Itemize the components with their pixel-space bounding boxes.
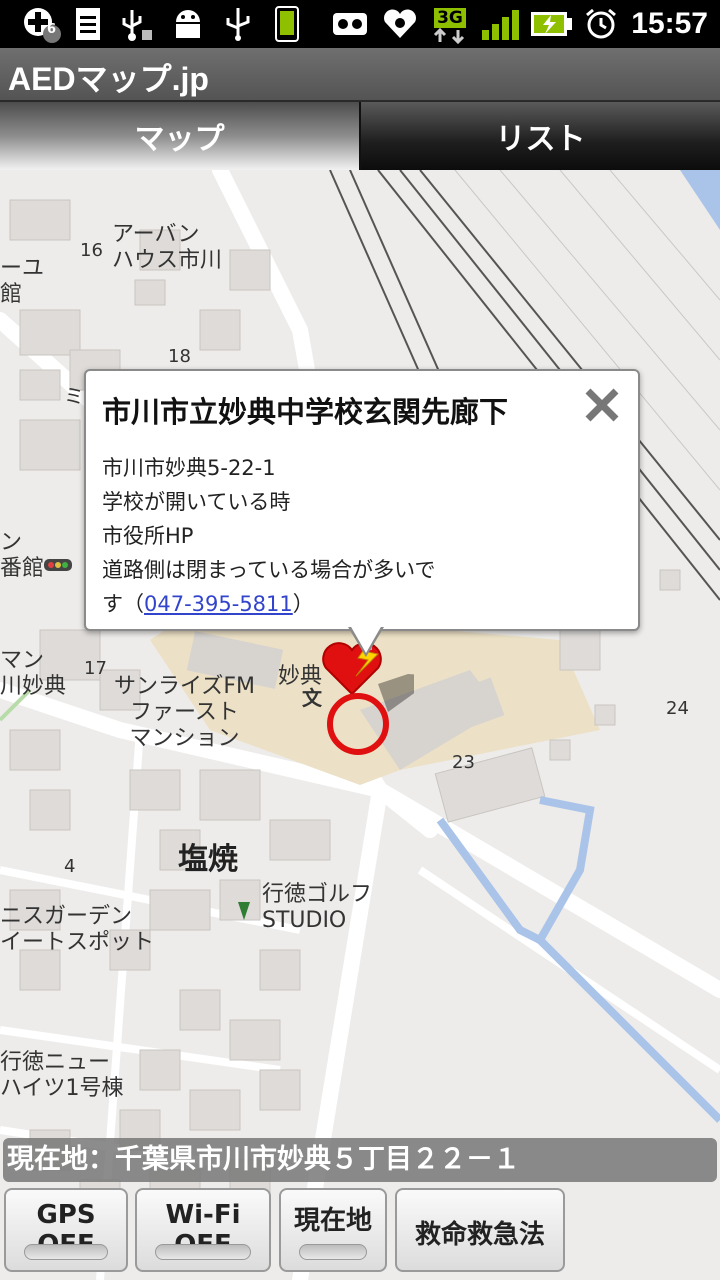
wifi-toggle-button[interactable]: Wi-Fi OFF xyxy=(135,1188,271,1272)
map-label-18: 18 xyxy=(168,346,191,367)
notification-count: 6 xyxy=(47,22,57,37)
map-label-fragment-4: マン 川妙典 xyxy=(0,648,67,699)
network-3g-icon: 3G xyxy=(430,6,470,44)
map-label-4: 4 xyxy=(64,856,76,877)
heart-app-icon xyxy=(380,6,420,42)
status-bar: 6 3G 15:57 xyxy=(0,0,720,48)
tab-list[interactable]: リスト xyxy=(359,102,720,170)
map-label-24: 24 xyxy=(666,698,689,719)
aed-info-popup: 市川市立妙典中学校玄関先廊下 市川市妙典5-22-1 学校が開いている時 市役所… xyxy=(84,369,640,657)
popup-note-prefix: す（ xyxy=(102,592,144,616)
usb-icon xyxy=(222,6,254,42)
popup-note-line2: す（047-395-5811） xyxy=(102,587,622,621)
current-location-button[interactable]: 現在地 xyxy=(279,1188,387,1272)
voicemail-icon xyxy=(330,6,370,42)
map-label-sunrise: サンライズFM ファースト マンション xyxy=(114,674,255,751)
status-time: 15:57 xyxy=(631,7,708,40)
popup-title: 市川市立妙典中学校玄関先廊下 xyxy=(102,395,509,429)
network-label: 3G xyxy=(434,8,466,28)
popup-hours: 学校が開いている時 xyxy=(102,490,291,514)
gps-toggle-button[interactable]: GPS OFF xyxy=(4,1188,128,1272)
gps-indicator xyxy=(24,1244,108,1260)
signal-strength-icon xyxy=(478,6,522,42)
wifi-indicator xyxy=(155,1244,251,1260)
current-location-indicator xyxy=(299,1244,367,1260)
map-label-16: 16 xyxy=(80,240,103,261)
alarm-clock-icon xyxy=(582,6,620,42)
phone-battery-icon xyxy=(270,6,304,42)
map-label-urban-house: アーバン ハウス市川 xyxy=(112,222,223,273)
map-label-shiohama: 塩焼 xyxy=(178,842,238,877)
clipboard-icon xyxy=(70,6,106,42)
map-label-fragment-3: ン 番館 xyxy=(0,530,45,581)
first-aid-button[interactable]: 救命救急法 xyxy=(395,1188,565,1272)
map-label-golf: 行徳ゴルフ STUDIO xyxy=(262,882,373,933)
map-label-gyotoku-new: 行徳ニュー ハイツ1号棟 xyxy=(0,1050,124,1101)
first-aid-button-label: 救命救急法 xyxy=(414,1220,545,1250)
current-location-bar: 現在地：千葉県市川市妙典５丁目２２－１ xyxy=(3,1138,717,1182)
usb-debug-icon xyxy=(116,6,156,42)
popup-source: 市役所HP xyxy=(102,524,194,548)
current-location-button-label: 現在地 xyxy=(293,1206,372,1236)
map-label-17: 17 xyxy=(84,658,107,679)
map-label-fragment-2: ミ xyxy=(64,384,84,408)
app-title: AEDマップ.jp xyxy=(8,61,209,97)
map-label-fragment-1: ーユ 館 xyxy=(0,256,45,307)
popup-address: 市川市妙典5-22-1 xyxy=(102,456,276,480)
map-label-garden: ニスガーデン イートスポット xyxy=(0,904,155,955)
tab-map[interactable]: マップ xyxy=(0,102,359,170)
popup-pointer-inner xyxy=(350,625,382,653)
battery-charging-icon xyxy=(528,6,574,42)
close-icon[interactable] xyxy=(582,385,622,425)
map-label-23: 23 xyxy=(452,752,475,773)
popup-note-suffix: ） xyxy=(292,592,314,616)
android-icon xyxy=(168,6,208,42)
app-title-bar: AEDマップ.jp xyxy=(0,48,720,102)
tab-bar: マップ リスト xyxy=(0,102,720,170)
add-notification-icon: 6 xyxy=(18,6,62,43)
popup-note-line1: 道路側は閉まっている場合が多いで xyxy=(102,558,436,582)
popup-phone-link[interactable]: 047-395-5811 xyxy=(144,592,293,616)
